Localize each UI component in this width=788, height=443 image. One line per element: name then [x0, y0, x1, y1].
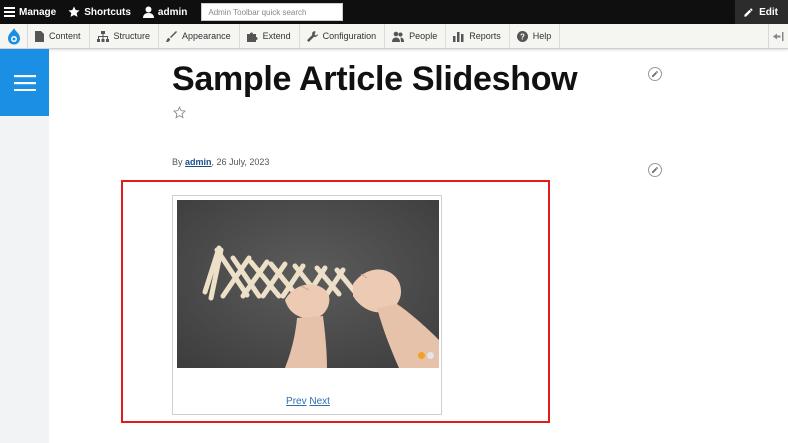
toolbar-search-input[interactable]	[201, 3, 344, 21]
star-outline-icon	[172, 106, 187, 119]
edit-label: Edit	[759, 6, 778, 18]
sitemap-icon	[96, 30, 109, 42]
manage-label: Manage	[19, 6, 57, 18]
shortcuts-label: Shortcuts	[84, 6, 131, 18]
people-icon	[392, 31, 405, 42]
tray-item-extend[interactable]: Extend	[240, 24, 300, 48]
svg-text:?: ?	[520, 32, 525, 41]
byline-by: By	[172, 157, 183, 167]
tray-item-structure[interactable]: Structure	[90, 24, 160, 48]
puzzle-icon	[246, 32, 258, 42]
content-edit-button[interactable]	[648, 163, 662, 177]
favorite-toggle[interactable]	[172, 106, 187, 124]
star-icon	[68, 6, 80, 17]
pencil-icon	[652, 71, 658, 77]
collapse-icon	[773, 31, 784, 41]
title-edit-button[interactable]	[648, 67, 662, 81]
prev-link[interactable]: Prev	[286, 396, 307, 407]
user-icon	[142, 6, 154, 18]
tray-item-people[interactable]: People	[385, 24, 447, 48]
tray-item-help[interactable]: ? Help	[510, 24, 561, 48]
tray-orientation-toggle[interactable]	[768, 24, 788, 48]
help-icon: ?	[516, 30, 528, 42]
drupal-logo[interactable]	[0, 24, 28, 48]
slide-image	[177, 200, 439, 368]
slide-dot-1[interactable]	[418, 352, 425, 359]
main-menu-button[interactable]	[0, 49, 49, 116]
pencil-icon	[744, 7, 753, 17]
tray-item-configuration[interactable]: Configuration	[300, 24, 386, 48]
slide-photo	[177, 200, 439, 368]
slide-dot-2[interactable]	[427, 352, 434, 359]
drupal-drop-icon	[7, 27, 20, 44]
edit-button[interactable]: Edit	[735, 0, 788, 24]
file-icon	[35, 30, 44, 42]
pencil-icon	[652, 167, 658, 173]
author-link[interactable]: admin	[185, 157, 212, 167]
tray-item-reports[interactable]: Reports	[446, 24, 510, 48]
slideshow: Prev Next	[172, 195, 442, 415]
user-label: admin	[157, 6, 188, 18]
user-button[interactable]: admin	[137, 0, 193, 24]
article-byline: By admin, 26 July, 2023	[172, 157, 269, 167]
admin-toolbar: Manage Shortcuts admin Edit	[0, 0, 788, 24]
menu-icon	[4, 7, 15, 17]
next-link[interactable]: Next	[309, 396, 330, 407]
page-title: Sample Article Slideshow	[172, 60, 578, 98]
bar-chart-icon	[453, 31, 464, 42]
hamburger-icon	[13, 74, 36, 91]
manage-button[interactable]: Manage	[0, 0, 62, 24]
paintbrush-icon	[166, 30, 178, 42]
shortcuts-button[interactable]: Shortcuts	[62, 0, 137, 24]
tray-item-content[interactable]: Content	[28, 24, 90, 48]
admin-tray: Content Structure Appearance Extend Conf…	[0, 24, 788, 49]
article-date: , 26 July, 2023	[211, 157, 270, 167]
tray-item-appearance[interactable]: Appearance	[159, 24, 240, 48]
slideshow-pager: Prev Next	[173, 396, 443, 407]
wrench-icon	[306, 30, 318, 42]
